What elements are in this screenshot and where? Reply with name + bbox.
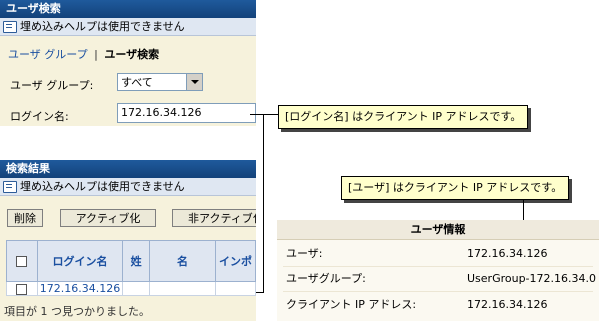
user-callout: [ユーザ] はクライアント IP アドレスです。 (341, 176, 570, 200)
column-first-name[interactable]: 名 (149, 240, 216, 282)
row-last-name (122, 281, 150, 296)
select-all-header (6, 240, 38, 282)
tab-separator: | (94, 48, 98, 61)
row-first-name (149, 281, 216, 296)
info-value: 172.16.34.126 (467, 298, 548, 311)
table-row: 172.16.34.126 (6, 281, 256, 296)
help-text: 埋め込みヘルプは使用できません (20, 20, 185, 33)
tab-bar: ユーザ グループ | ユーザ検索 (8, 46, 159, 62)
row-checkbox-cell (6, 281, 38, 296)
info-row-user-group: ユーザグループ: UserGroup-172.16.34.0 (277, 266, 599, 292)
info-label: ユーザグループ: (286, 272, 366, 285)
user-group-select[interactable]: すべて (117, 73, 203, 91)
table-header-row: ログイン名 姓 名 インポ (6, 240, 256, 282)
callout-connector (250, 114, 278, 115)
tab-user-group[interactable]: ユーザ グループ (8, 48, 88, 61)
select-all-checkbox[interactable] (16, 256, 28, 267)
info-label: ユーザ: (286, 247, 323, 260)
row-checkbox[interactable] (16, 283, 28, 295)
delete-button[interactable]: 削除 (7, 209, 43, 227)
tab-user-search[interactable]: ユーザ検索 (104, 48, 159, 61)
user-info-panel: ユーザ情報 ユーザ: 172.16.34.126 ユーザグループ: UserGr… (277, 220, 599, 321)
help-bar: 埋め込みヘルプは使用できません (0, 18, 256, 36)
callout-connector (263, 114, 264, 293)
results-footer: 項目が 1 つ見つかりました。 (4, 305, 150, 318)
help-icon (3, 181, 17, 193)
help-bar: 埋め込みヘルプは使用できません (0, 178, 256, 196)
help-icon (3, 21, 17, 33)
column-last-name[interactable]: 姓 (122, 240, 150, 282)
login-name-input[interactable]: 172.16.34.126 (117, 103, 256, 123)
user-search-panel: ユーザ検索 埋め込みヘルプは使用できません ユーザ グループ | ユーザ検索 ユ… (0, 0, 256, 126)
login-name-value: 172.16.34.126 (121, 106, 202, 119)
column-login[interactable]: ログイン名 (36, 240, 124, 282)
panel-title: ユーザ情報 (277, 220, 599, 240)
login-callout: [ログイン名] はクライアント IP アドレスです。 (278, 105, 529, 129)
info-row-user: ユーザ: 172.16.34.126 (277, 241, 599, 267)
column-import[interactable]: インポ (215, 240, 256, 282)
help-text: 埋め込みヘルプは使用できません (20, 180, 185, 193)
search-results-panel: 検索結果 埋め込みヘルプは使用できません 削除 アクティブ化 非アクティブ化 ロ… (0, 160, 256, 321)
info-label: クライアント IP アドレス: (286, 298, 417, 311)
login-name-label: ログイン名: (10, 110, 69, 123)
row-login-link[interactable]: 172.16.34.126 (36, 281, 124, 296)
info-row-client-ip: クライアント IP アドレス: 172.16.34.126 (277, 292, 599, 318)
user-callout-text: [ユーザ] はクライアント IP アドレスです。 (348, 181, 563, 194)
user-group-select-value: すべて (121, 76, 153, 89)
panel-title: ユーザ検索 (0, 0, 256, 18)
login-callout-text: [ログイン名] はクライアント IP アドレスです。 (285, 110, 522, 123)
results-table: ログイン名 姓 名 インポ 172.16.34.126 (6, 240, 256, 296)
info-value: UserGroup-172.16.34.0 (467, 272, 597, 285)
panel-title: 検索結果 (0, 160, 256, 178)
panel-body: ユーザ グループ | ユーザ検索 ユーザ グループ: すべて ログイン名: 17… (0, 36, 256, 126)
activate-button[interactable]: アクティブ化 (60, 209, 156, 227)
user-group-label: ユーザ グループ: (10, 79, 94, 92)
row-import (215, 281, 256, 296)
deactivate-button[interactable]: 非アクティブ化 (172, 209, 256, 227)
info-value: 172.16.34.126 (467, 247, 548, 260)
chevron-down-icon[interactable] (186, 74, 202, 90)
